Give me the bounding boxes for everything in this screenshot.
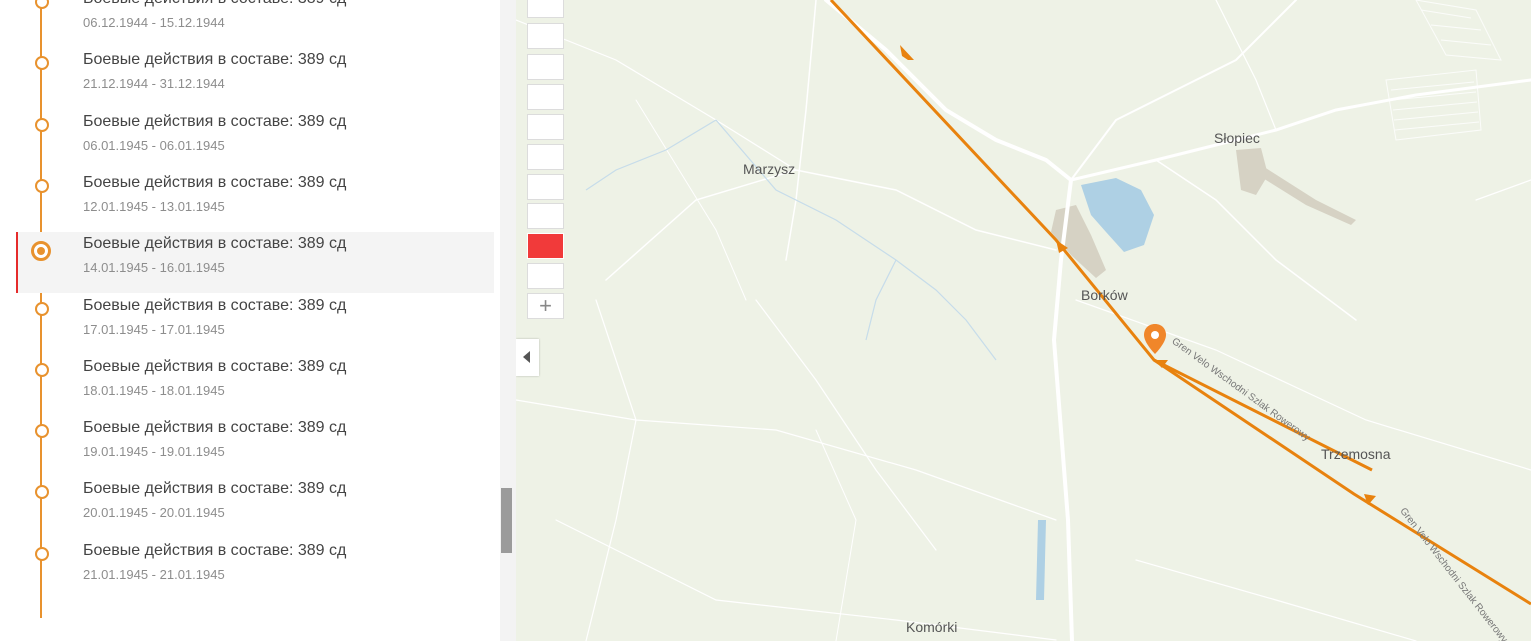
route (829, 0, 1531, 606)
layer-button[interactable] (527, 0, 564, 18)
timeline-item[interactable]: Боевые действия в составе: 389 сд 06.12.1… (16, 0, 494, 48)
timeline-item[interactable]: Боевые действия в составе: 389 сд 06.01.1… (16, 110, 494, 171)
timeline-marker-icon (35, 178, 49, 193)
timeline-item-title: Боевые действия в составе: 389 сд (83, 541, 347, 559)
timeline-item-title: Боевые действия в составе: 389 сд (83, 0, 346, 8)
route-line (829, 0, 1531, 606)
layer-button[interactable] (527, 263, 564, 289)
layer-button[interactable] (527, 174, 564, 200)
timeline-item-dates: 06.01.1945 - 06.01.1945 (83, 137, 225, 153)
map[interactable]: Słopiec Marzysz Borków Trzemosna Komórki… (516, 0, 1531, 641)
place-label-marzysz: Marzysz (743, 161, 796, 177)
timeline-item-title: Боевые действия в составе: 389 сд (83, 480, 347, 498)
layer-button[interactable] (527, 114, 564, 140)
timeline-item-dates: 14.01.1945 - 16.01.1945 (83, 260, 225, 276)
timeline-item-dates: 18.01.1945 - 18.01.1945 (83, 382, 225, 398)
timeline-item-title: Боевые действия в составе: 389 сд (83, 235, 347, 253)
layer-button[interactable] (527, 84, 564, 110)
map-canvas (516, 0, 1531, 641)
map-pin-icon[interactable] (1143, 324, 1167, 356)
creeks (585, 119, 997, 361)
timeline-item[interactable]: Боевые действия в составе: 389 сд 21.01.1… (16, 539, 494, 600)
timeline-item-dates: 06.12.1944 - 15.12.1944 (83, 15, 225, 30)
timeline-item-title: Боевые действия в составе: 389 сд (83, 296, 347, 314)
timeline-item-title: Боевые действия в составе: 389 сд (83, 173, 347, 191)
timeline-item[interactable]: Боевые действия в составе: 389 сд 19.01.1… (16, 416, 494, 477)
layer-button-selected[interactable] (527, 233, 564, 259)
place-label-borkow: Borków (1081, 287, 1128, 303)
plus-icon: + (539, 293, 552, 318)
timeline-marker-icon (31, 241, 51, 262)
timeline-item-dates: 19.01.1945 - 19.01.1945 (83, 444, 225, 460)
place-label-trzemosna: Trzemosna (1321, 446, 1391, 462)
timeline-marker-icon (35, 546, 49, 561)
timeline-item[interactable]: Боевые действия в составе: 389 сд 21.12.1… (16, 48, 494, 109)
timeline-item-dates: 12.01.1945 - 13.01.1945 (83, 198, 225, 214)
field-hatching (1385, 0, 1502, 141)
timeline-item[interactable]: Боевые действия в составе: 389 сд 17.01.1… (16, 294, 494, 355)
layer-button[interactable] (527, 23, 564, 49)
timeline-marker-icon (35, 117, 49, 132)
timeline-item-dates: 21.01.1945 - 21.01.1945 (83, 566, 225, 582)
layer-button[interactable] (527, 144, 564, 170)
timeline-marker-icon (35, 56, 49, 71)
timeline-marker-icon (35, 362, 49, 377)
timeline-item-dates: 17.01.1945 - 17.01.1945 (83, 321, 225, 337)
timeline-marker-icon (35, 301, 49, 316)
timeline-sidebar: Боевые действия в составе: 389 сд 06.12.1… (0, 0, 500, 641)
stream (1036, 520, 1046, 600)
scrollbar-thumb[interactable] (501, 488, 512, 553)
timeline-item-dates: 20.01.1945 - 20.01.1945 (83, 505, 225, 521)
place-label-slopiec: Słopiec (1214, 130, 1260, 146)
timeline-marker-icon (35, 0, 49, 9)
quarry (1258, 165, 1356, 225)
route-arrow (900, 45, 914, 60)
timeline-item-title: Боевые действия в составе: 389 сд (83, 112, 347, 130)
place-label-komorki: Komórki (906, 619, 958, 635)
add-layer-button[interactable]: + (527, 293, 564, 319)
roads (516, 0, 1531, 641)
timeline-marker-icon (35, 485, 49, 500)
timeline-marker-icon (35, 424, 49, 439)
timeline-item-dates: 21.12.1944 - 31.12.1944 (83, 76, 225, 92)
timeline-item-title: Боевые действия в составе: 389 сд (83, 51, 347, 69)
timeline-item-title: Боевые действия в составе: 389 сд (83, 357, 347, 375)
collapse-sidebar-button[interactable] (516, 339, 539, 376)
timeline-item[interactable]: Боевые действия в составе: 389 сд 20.01.1… (16, 477, 494, 538)
timeline-item[interactable]: Боевые действия в составе: 389 сд 18.01.1… (16, 355, 494, 416)
timeline-item[interactable]: Боевые действия в составе: 389 сд 12.01.1… (16, 171, 494, 232)
timeline-item-active[interactable]: Боевые действия в составе: 389 сд 14.01.1… (16, 232, 494, 294)
timeline-item-title: Боевые действия в составе: 389 сд (83, 419, 347, 437)
layer-button[interactable] (527, 54, 564, 80)
layer-button[interactable] (527, 203, 564, 229)
